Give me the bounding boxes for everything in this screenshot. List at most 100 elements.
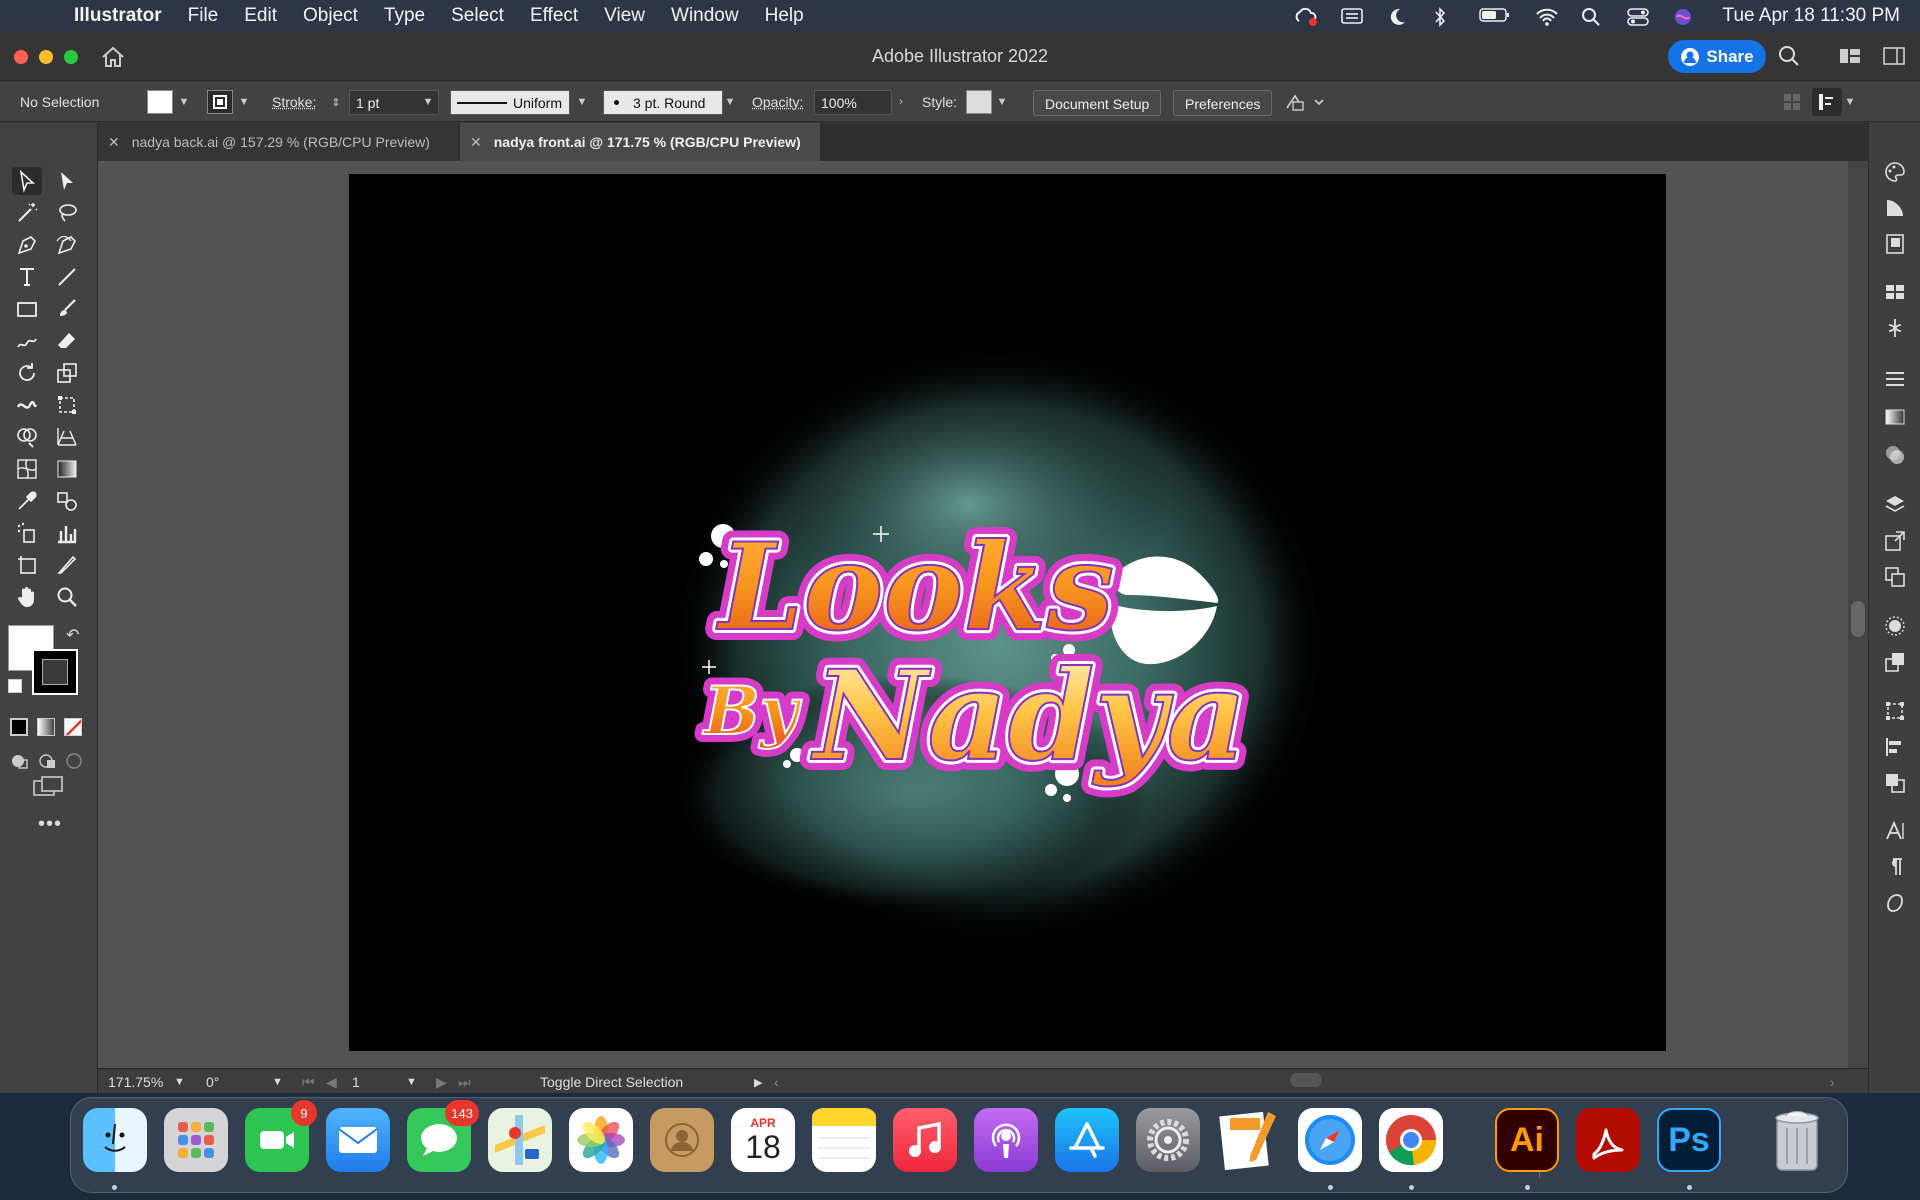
stroke-panel-icon[interactable] — [1881, 366, 1909, 392]
edit-toolbar-icon[interactable]: ••• — [38, 813, 62, 836]
menu-edit[interactable]: Edit — [244, 5, 277, 27]
width-tool-icon[interactable] — [12, 391, 42, 419]
hand-tool-icon[interactable] — [12, 583, 42, 611]
brush-definition[interactable]: 3 pt. Round — [603, 90, 723, 115]
rotate-tool-icon[interactable] — [12, 359, 42, 387]
tab-nadya-back[interactable]: ✕ nadya back.ai @ 157.29 % (RGB/CPU Prev… — [98, 123, 458, 161]
contacts-icon[interactable] — [650, 1108, 714, 1172]
paintbrush-tool-icon[interactable] — [52, 295, 82, 323]
transparency-panel-icon[interactable] — [1881, 442, 1909, 468]
menu-object[interactable]: Object — [303, 5, 358, 27]
mail-icon[interactable] — [326, 1108, 390, 1172]
pen-tool-icon[interactable] — [12, 231, 42, 259]
control-panel-menu-icon[interactable] — [1812, 88, 1842, 116]
variable-width-profile[interactable]: Uniform — [450, 90, 570, 115]
menubar-clock[interactable]: Tue Apr 18 11:30 PM — [1723, 5, 1900, 27]
eyedropper-tool-icon[interactable] — [12, 487, 42, 515]
style-chevron-icon[interactable]: ▼ — [994, 90, 1010, 114]
paragraph-panel-icon[interactable] — [1881, 854, 1909, 880]
rotation-field[interactable]: 0° — [206, 1074, 219, 1090]
zoom-tool-icon[interactable] — [52, 583, 82, 611]
share-button[interactable]: Share — [1668, 40, 1766, 73]
app-store-icon[interactable] — [1055, 1108, 1119, 1172]
panel-toggle-icon[interactable] — [1882, 45, 1906, 67]
spotlight-search-icon[interactable] — [1581, 7, 1603, 26]
fill-dropdown-chevron-icon[interactable]: ▼ — [176, 90, 192, 114]
transform-panel-icon[interactable] — [1881, 698, 1909, 724]
profile-chevron-icon[interactable]: ▼ — [574, 90, 590, 114]
artwork-logo[interactable]: Looks Looks Looks By By Nadya Nadya Nady… — [349, 174, 1666, 1051]
preferences-button[interactable]: Preferences — [1173, 90, 1273, 116]
rectangle-tool-icon[interactable] — [12, 295, 42, 323]
blend-tool-icon[interactable] — [52, 487, 82, 515]
properties-grid-icon[interactable] — [1782, 92, 1802, 115]
curvature-tool-icon[interactable] — [52, 231, 82, 259]
menu-view[interactable]: View — [604, 5, 645, 27]
horizontal-scroll-thumb[interactable] — [1290, 1073, 1322, 1087]
photoshop-dock-icon[interactable]: Ps — [1657, 1108, 1721, 1172]
wifi-icon[interactable] — [1535, 7, 1558, 26]
chrome-icon[interactable] — [1379, 1108, 1443, 1172]
gradient-mode-icon[interactable] — [37, 718, 55, 736]
perspective-grid-tool-icon[interactable] — [52, 423, 82, 451]
previous-artboard-icon[interactable]: ◀ — [326, 1074, 337, 1091]
artboard-number-field[interactable]: 1 — [352, 1074, 360, 1090]
music-icon[interactable] — [893, 1108, 957, 1172]
slice-tool-icon[interactable] — [52, 551, 82, 579]
arrange-documents-icon[interactable] — [1285, 92, 1325, 115]
artboard-chevron-icon[interactable]: ▼ — [406, 1076, 417, 1088]
character-panel-icon[interactable] — [1881, 818, 1909, 844]
artboard-tool-icon[interactable] — [12, 551, 42, 579]
symbol-sprayer-tool-icon[interactable] — [12, 519, 42, 547]
moon-icon[interactable] — [1387, 7, 1409, 25]
draw-inside-icon[interactable] — [64, 751, 84, 776]
illustrator-dock-icon[interactable]: Ai — [1495, 1108, 1559, 1172]
podcasts-icon[interactable] — [974, 1108, 1038, 1172]
stroke-label[interactable]: Stroke: — [272, 94, 316, 110]
close-tab-icon[interactable]: ✕ — [108, 134, 120, 151]
stroke-swatch[interactable] — [207, 90, 233, 114]
free-transform-tool-icon[interactable] — [52, 391, 82, 419]
bluetooth-icon[interactable] — [1433, 6, 1455, 27]
pages-icon[interactable] — [1217, 1108, 1281, 1172]
siri-icon[interactable] — [1673, 7, 1695, 25]
menu-file[interactable]: File — [188, 5, 219, 27]
stroke-color-swatch[interactable] — [32, 649, 78, 695]
swap-colors-icon[interactable]: ↶ — [66, 625, 79, 645]
stroke-dropdown-chevron-icon[interactable]: ▼ — [236, 90, 252, 114]
graphic-styles-panel-icon[interactable] — [1881, 649, 1909, 675]
photos-icon[interactable] — [569, 1108, 633, 1172]
status-menu-arrow-icon[interactable]: ▶ — [754, 1076, 762, 1089]
vertical-scrollbar[interactable] — [1848, 161, 1868, 1068]
calendar-icon[interactable]: APR 18 — [731, 1108, 795, 1172]
stroke-weight-chevron-icon[interactable]: ▼ — [420, 90, 436, 114]
facetime-icon[interactable]: 9 — [245, 1100, 317, 1172]
creative-cloud-icon[interactable] — [1295, 7, 1317, 26]
opentype-panel-icon[interactable] — [1881, 890, 1909, 916]
control-center-icon[interactable] — [1626, 7, 1649, 26]
next-artboard-icon[interactable]: ▶ — [436, 1074, 447, 1091]
draw-behind-icon[interactable] — [38, 751, 60, 776]
menu-help[interactable]: Help — [765, 5, 804, 27]
default-colors-icon[interactable] — [8, 679, 22, 693]
layers-panel-icon[interactable] — [1881, 492, 1909, 518]
notes-icon[interactable] — [812, 1108, 876, 1172]
artboard[interactable]: Looks Looks Looks By By Nadya Nadya Nady… — [349, 174, 1666, 1051]
zoom-level-field[interactable]: 171.75% — [108, 1074, 163, 1090]
align-panel-icon[interactable] — [1881, 734, 1909, 760]
trash-icon[interactable] — [1765, 1108, 1829, 1172]
opacity-field[interactable]: 100% — [814, 90, 892, 115]
keyboard-input-icon[interactable] — [1340, 7, 1363, 25]
shaper-tool-icon[interactable] — [12, 327, 42, 355]
color-guide-panel-icon[interactable] — [1881, 195, 1909, 221]
scroll-left-icon[interactable]: ‹ — [774, 1074, 779, 1090]
finder-icon[interactable] — [83, 1108, 147, 1172]
direct-selection-tool-icon[interactable] — [52, 167, 82, 195]
maps-icon[interactable] — [488, 1108, 552, 1172]
battery-icon[interactable] — [1478, 7, 1511, 25]
acrobat-icon[interactable] — [1576, 1108, 1640, 1172]
brush-chevron-icon[interactable]: ▼ — [722, 90, 738, 114]
asset-export-panel-icon[interactable] — [1881, 528, 1909, 554]
tab-nadya-front[interactable]: ✕ nadya front.ai @ 171.75 % (RGB/CPU Pre… — [460, 123, 820, 161]
draw-normal-icon[interactable] — [10, 751, 32, 776]
